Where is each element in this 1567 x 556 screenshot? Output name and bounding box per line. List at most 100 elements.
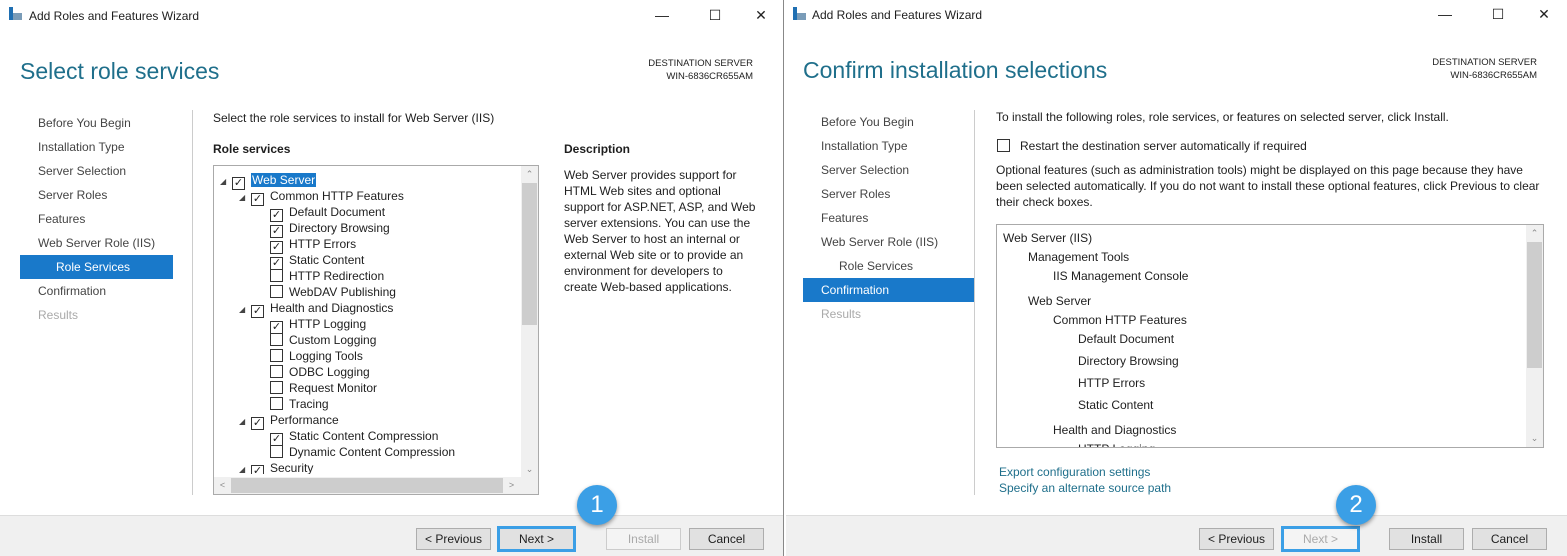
selection-item: Static Content (1078, 398, 1154, 412)
scroll-left-icon[interactable]: < (214, 477, 231, 494)
nav-server-roles[interactable]: Server Roles (803, 182, 974, 206)
nav-before-you-begin[interactable]: Before You Begin (803, 110, 974, 134)
scrollbar-thumb[interactable] (522, 183, 537, 325)
scrollbar-thumb[interactable] (1527, 242, 1542, 368)
previous-button[interactable]: < Previous (1199, 528, 1274, 550)
close-button[interactable]: ✕ (746, 4, 776, 26)
tree-item-checkbox[interactable] (270, 381, 283, 394)
tree-item-checkbox[interactable] (270, 397, 283, 410)
nav-server-selection[interactable]: Server Selection (20, 159, 173, 183)
close-button[interactable]: ✕ (1529, 3, 1559, 25)
nav-confirmation[interactable]: Confirmation (20, 279, 173, 303)
window-title: Add Roles and Features Wizard (812, 8, 983, 22)
tree-item[interactable]: ✓ Static Content Compression (220, 428, 520, 446)
tree-item[interactable]: ✓ Static Content (220, 252, 520, 270)
tree-item[interactable]: ◢ ✓ Health and Diagnostics (220, 300, 520, 318)
nav-web-server-role[interactable]: Web Server Role (IIS) (20, 231, 173, 255)
cancel-button[interactable]: Cancel (689, 528, 764, 550)
nav-installation-type[interactable]: Installation Type (803, 134, 974, 158)
h-scrollbar-thumb[interactable] (231, 478, 503, 493)
selection-item: Health and Diagnostics (1053, 423, 1177, 437)
role-services-tree[interactable]: ◢ ✓ Web Server ◢ ✓ Common HTTP Features ✓ Defau… (213, 165, 539, 495)
tree-item[interactable]: Custom Logging (220, 332, 520, 348)
scroll-down-icon[interactable]: ⌄ (521, 461, 538, 478)
maximize-button[interactable]: ☐ (1483, 3, 1513, 25)
nav-results: Results (821, 307, 862, 321)
tree-item[interactable]: Logging Tools (220, 348, 520, 364)
selections-list[interactable]: Web Server (IIS) Management Tools IIS Mana… (996, 224, 1544, 448)
restart-checkbox[interactable] (997, 139, 1010, 152)
tree-item-checkbox[interactable] (270, 333, 283, 346)
tree-item[interactable]: ✓ HTTP Errors (220, 236, 520, 254)
tree-item-label: HTTP Logging (289, 317, 367, 331)
tree-item-checkbox[interactable] (270, 365, 283, 378)
nav-role-services[interactable]: Role Services (20, 255, 173, 279)
selection-item: IIS Management Console (1053, 269, 1189, 283)
restart-option[interactable]: Restart the destination server automatic… (997, 139, 1307, 153)
cancel-button[interactable]: Cancel (1472, 528, 1547, 550)
horizontal-scrollbar[interactable]: < > (214, 477, 538, 494)
expand-collapse-icon[interactable]: ◢ (239, 462, 251, 474)
destination-server: DESTINATION SERVER WIN-6836CR655AM (648, 57, 753, 83)
tree-item[interactable]: WebDAV Publishing (220, 284, 520, 300)
destination-server-name: WIN-6836CR655AM (666, 71, 753, 82)
tree-item[interactable]: ✓ HTTP Logging (220, 316, 520, 334)
tree-item-checkbox[interactable] (270, 445, 283, 458)
tree-item[interactable]: ◢ ✓ Web Server (220, 172, 520, 190)
tree-item-label: Dynamic Content Compression (289, 445, 456, 459)
nav-web-server-role[interactable]: Web Server Role (IIS) (803, 230, 974, 254)
tree-item[interactable]: ◢ ✓ Performance (220, 412, 520, 430)
tree-item-label: Custom Logging (289, 333, 377, 347)
nav-role-services[interactable]: Role Services (803, 254, 974, 278)
install-button: Install (606, 528, 681, 550)
tree-item-label: HTTP Errors (289, 237, 357, 251)
vertical-scrollbar[interactable]: ⌃ ⌄ (1526, 225, 1543, 447)
tree-item[interactable]: ODBC Logging (220, 364, 520, 380)
minimize-button[interactable]: — (1430, 3, 1460, 25)
destination-server-name: WIN-6836CR655AM (1450, 70, 1537, 81)
alternate-source-link[interactable]: Specify an alternate source path (999, 481, 1171, 495)
optional-features-note: Optional features (such as administratio… (996, 163, 1540, 209)
nav-installation-type[interactable]: Installation Type (20, 135, 173, 159)
maximize-button[interactable]: ☐ (700, 4, 730, 26)
tree-item[interactable]: Dynamic Content Compression (220, 444, 520, 460)
tree-item[interactable]: Request Monitor (220, 380, 520, 396)
tree-item-checkbox[interactable] (270, 349, 283, 362)
selection-item: Web Server (1028, 294, 1092, 308)
tree-item-label: Static Content (289, 253, 365, 267)
step-badge: 1 (577, 485, 617, 525)
description-text: Web Server provides support for HTML Web… (564, 168, 756, 294)
tree-item[interactable]: HTTP Redirection (220, 268, 520, 284)
tree-item[interactable]: ✓ Directory Browsing (220, 220, 520, 238)
nav-features[interactable]: Features (20, 207, 173, 231)
tree-item-label: Performance (270, 413, 339, 427)
tree-item-checkbox[interactable] (270, 269, 283, 282)
scroll-right-icon[interactable]: > (503, 477, 520, 494)
vertical-scrollbar[interactable]: ⌃ ⌄ (521, 166, 538, 478)
nav-features[interactable]: Features (803, 206, 974, 230)
tree-item-label: ODBC Logging (289, 365, 370, 379)
tree-item[interactable]: ◢ ✓ Common HTTP Features (220, 188, 520, 206)
tree-item-label: Common HTTP Features (270, 189, 404, 203)
tree-item-checkbox[interactable] (270, 285, 283, 298)
scroll-up-icon[interactable]: ⌃ (1526, 225, 1543, 242)
install-button[interactable]: Install (1389, 528, 1464, 550)
next-button: Next > (1281, 526, 1360, 552)
wizard-footer: < Previous Next > Install Cancel (0, 515, 783, 556)
nav-server-selection[interactable]: Server Selection (803, 158, 974, 182)
scroll-up-icon[interactable]: ⌃ (521, 166, 538, 183)
tree-item[interactable]: Tracing (220, 396, 520, 412)
next-button[interactable]: Next > (497, 526, 576, 552)
restart-label: Restart the destination server automatic… (1020, 139, 1307, 153)
tree-item[interactable]: ◢ ✓ Security (220, 460, 520, 474)
tree-item-label: Health and Diagnostics (270, 301, 394, 315)
nav-confirmation[interactable]: Confirmation (803, 278, 974, 302)
previous-button[interactable]: < Previous (416, 528, 491, 550)
export-configuration-link[interactable]: Export configuration settings (999, 465, 1150, 479)
nav-server-roles[interactable]: Server Roles (20, 183, 173, 207)
minimize-button[interactable]: — (647, 4, 677, 26)
scroll-down-icon[interactable]: ⌄ (1526, 430, 1543, 447)
nav-before-you-begin[interactable]: Before You Begin (20, 111, 173, 135)
tree-item-checkbox[interactable]: ✓ (251, 465, 264, 474)
tree-item[interactable]: ✓ Default Document (220, 204, 520, 222)
